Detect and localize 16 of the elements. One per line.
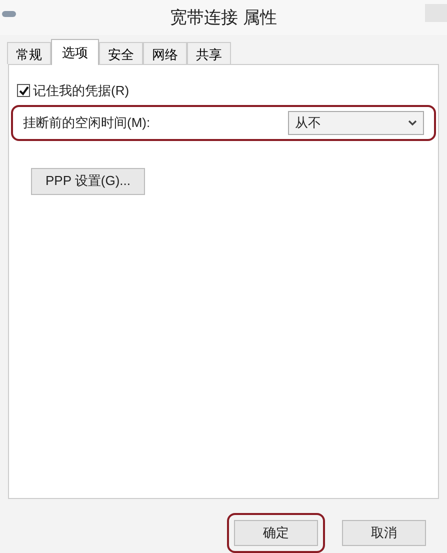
network-icon: [2, 10, 16, 18]
tab[interactable]: 共享: [187, 42, 231, 64]
checkbox[interactable]: [17, 84, 30, 98]
tab[interactable]: 网络: [143, 42, 187, 64]
tab[interactable]: 选项: [51, 39, 99, 66]
dialog-button[interactable]: 取消: [342, 520, 426, 546]
tab[interactable]: 安全: [99, 42, 143, 64]
dialog-button[interactable]: 确定: [234, 520, 318, 546]
checkbox-label: 记住我的凭据(R): [33, 82, 130, 100]
ppp-settings-button[interactable]: PPP 设置(G)...: [31, 168, 145, 195]
chevron-down-icon: [408, 120, 417, 126]
window-title: 宽带连接 属性: [170, 6, 277, 29]
idle-time-label: 挂断前的空闲时间(M):: [23, 114, 150, 132]
idle-time-dropdown[interactable]: 从不: [288, 110, 424, 135]
tab[interactable]: 常规: [7, 42, 51, 64]
check-icon: [18, 86, 28, 96]
